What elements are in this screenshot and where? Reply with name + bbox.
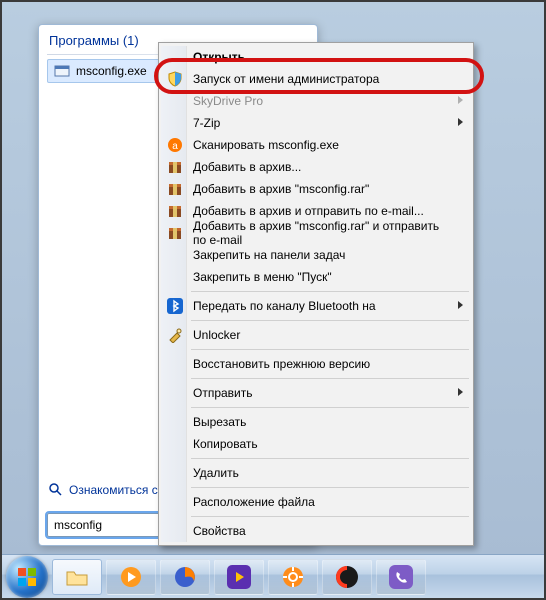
context-menu-item[interactable]: Отправить — [161, 382, 471, 404]
taskbar-explorer[interactable] — [52, 559, 102, 595]
context-menu-item-label: Добавить в архив "msconfig.rar" и отправ… — [193, 219, 451, 247]
context-menu-item[interactable]: a Сканировать msconfig.exe — [161, 134, 471, 156]
context-menu-item[interactable]: Вырезать — [161, 411, 471, 433]
svg-text:a: a — [172, 141, 178, 152]
search-icon — [49, 483, 63, 497]
context-menu-separator — [191, 320, 469, 321]
chevron-right-icon — [458, 388, 463, 396]
winrar-icon — [166, 202, 184, 220]
context-menu-item[interactable]: Свойства — [161, 520, 471, 542]
context-menu-item[interactable]: Восстановить прежнюю версию — [161, 353, 471, 375]
avast-icon: a — [166, 136, 184, 154]
context-menu-separator — [191, 291, 469, 292]
context-menu-item-label: Вырезать — [193, 415, 246, 429]
context-menu-item-label: Удалить — [193, 466, 239, 480]
ccleaner-icon — [335, 565, 359, 589]
context-menu-item[interactable]: Добавить в архив "msconfig.rar" — [161, 178, 471, 200]
taskbar-media-purple[interactable] — [214, 559, 264, 595]
context-menu-item[interactable]: Удалить — [161, 462, 471, 484]
shield-icon — [166, 70, 184, 88]
firefox-icon — [173, 565, 197, 589]
play-icon — [227, 565, 251, 589]
winrar-icon — [166, 224, 184, 242]
winrar-icon — [166, 180, 184, 198]
taskbar-viber[interactable] — [376, 559, 426, 595]
context-menu-item-label: Добавить в архив и отправить по e-mail..… — [193, 204, 424, 218]
taskbar-firefox[interactable] — [160, 559, 210, 595]
context-menu-separator — [191, 349, 469, 350]
context-menu-item[interactable]: Unlocker — [161, 324, 471, 346]
context-menu-item-label: 7-Zip — [193, 116, 220, 130]
context-menu-separator — [191, 487, 469, 488]
unlocker-icon — [166, 326, 184, 344]
wmplayer-icon — [119, 565, 143, 589]
context-menu-item-label: Свойства — [193, 524, 246, 538]
context-menu-item-label: Расположение файла — [193, 495, 315, 509]
context-menu-item-label: Сканировать msconfig.exe — [193, 138, 339, 152]
context-menu-separator — [191, 407, 469, 408]
context-menu-item-label: Запуск от имени администратора — [193, 72, 379, 86]
folder-icon — [65, 567, 89, 587]
context-menu-item[interactable]: Открыть — [161, 46, 471, 68]
learn-more-link[interactable]: Ознакомиться с — [49, 483, 158, 497]
learn-more-label: Ознакомиться с — [69, 483, 158, 497]
taskbar-wmplayer[interactable] — [106, 559, 156, 595]
start-button[interactable] — [6, 556, 48, 598]
winrar-icon — [166, 158, 184, 176]
search-input[interactable] — [47, 513, 167, 537]
context-menu-item-label: Добавить в архив... — [193, 160, 301, 174]
chevron-right-icon — [458, 96, 463, 104]
gear-icon — [281, 565, 305, 589]
context-menu-item-label: Открыть — [193, 50, 245, 64]
exe-icon — [54, 63, 70, 79]
chevron-right-icon — [458, 118, 463, 126]
context-menu-item: SkyDrive Pro — [161, 90, 471, 112]
windows-logo-icon — [16, 566, 38, 588]
context-menu-item[interactable]: Расположение файла — [161, 491, 471, 513]
context-menu-item[interactable]: Закрепить на панели задач — [161, 244, 471, 266]
chevron-right-icon — [458, 301, 463, 309]
context-menu-item[interactable]: 7-Zip — [161, 112, 471, 134]
context-menu-item[interactable]: Запуск от имени администратора — [161, 68, 471, 90]
context-menu-item[interactable]: Добавить в архив... — [161, 156, 471, 178]
context-menu-item-label: SkyDrive Pro — [193, 94, 263, 108]
context-menu-item-label: Копировать — [193, 437, 258, 451]
context-menu-item-label: Закрепить в меню "Пуск" — [193, 270, 332, 284]
context-menu: Открыть Запуск от имени администратора Sky… — [158, 42, 474, 546]
context-menu-item-label: Восстановить прежнюю версию — [193, 357, 370, 371]
context-menu-item-label: Закрепить на панели задач — [193, 248, 345, 262]
program-item-label: msconfig.exe — [76, 64, 147, 78]
taskbar — [2, 554, 544, 598]
context-menu-item[interactable]: Добавить в архив "msconfig.rar" и отправ… — [161, 222, 471, 244]
taskbar-settings-orange[interactable] — [268, 559, 318, 595]
viber-icon — [389, 565, 413, 589]
context-menu-separator — [191, 516, 469, 517]
context-menu-item-label: Отправить — [193, 386, 253, 400]
context-menu-separator — [191, 378, 469, 379]
context-menu-item[interactable]: Закрепить в меню "Пуск" — [161, 266, 471, 288]
context-menu-item-label: Передать по каналу Bluetooth на — [193, 299, 376, 313]
context-menu-separator — [191, 458, 469, 459]
bluetooth-icon — [166, 297, 184, 315]
taskbar-ccleaner[interactable] — [322, 559, 372, 595]
context-menu-item[interactable]: Копировать — [161, 433, 471, 455]
context-menu-item-label: Добавить в архив "msconfig.rar" — [193, 182, 369, 196]
context-menu-item[interactable]: Передать по каналу Bluetooth на — [161, 295, 471, 317]
context-menu-item-label: Unlocker — [193, 328, 240, 342]
